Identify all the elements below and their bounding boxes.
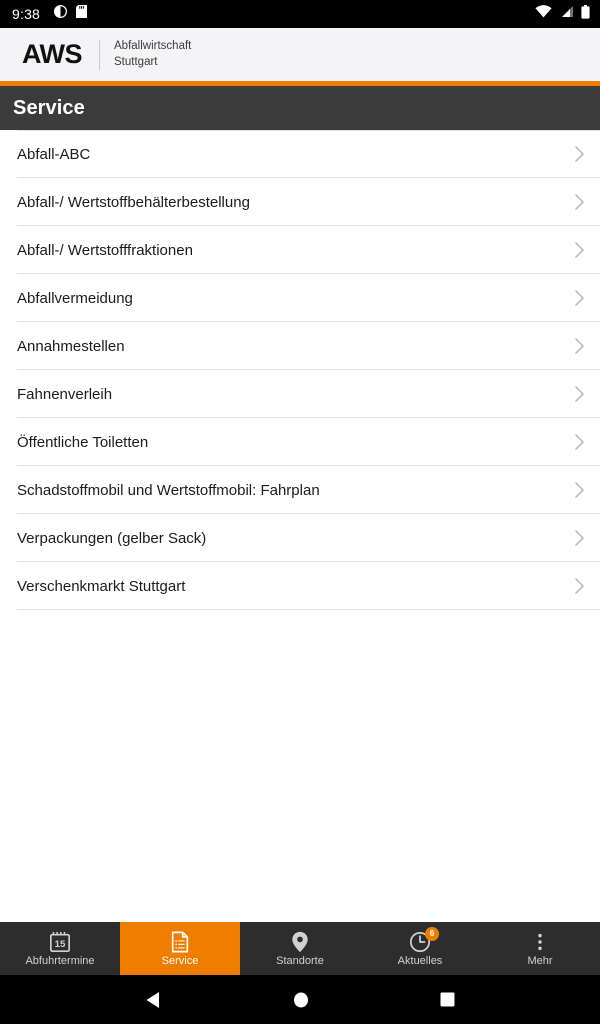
chevron-right-icon	[574, 384, 586, 404]
status-bar-time: 9:38	[12, 6, 41, 22]
brand-header: AWS Abfallwirtschaft Stuttgart	[0, 28, 600, 81]
list-item[interactable]: Schadstoffmobil und Wertstoffmobil: Fahr…	[0, 466, 600, 514]
chevron-right-icon	[574, 240, 586, 260]
list-item-label: Annahmestellen	[17, 337, 125, 355]
aws-logo: AWS	[22, 39, 83, 69]
list-item[interactable]: Öffentliche Toiletten	[0, 418, 600, 466]
list-item-label: Abfall-/ Wertstoffbehälterbestellung	[17, 193, 250, 211]
list-item-label: Öffentliche Toiletten	[17, 433, 149, 451]
calendar-icon: 15	[49, 931, 71, 953]
service-list[interactable]: Abfall-ABC Abfall-/ Wertstoffbehälterbest…	[0, 130, 600, 922]
cellular-signal-icon	[559, 5, 574, 23]
list-item-label: Abfallvermeidung	[17, 289, 133, 307]
sd-card-icon	[76, 5, 88, 23]
recents-square-icon[interactable]	[440, 992, 455, 1007]
wifi-icon	[535, 5, 552, 23]
back-triangle-icon[interactable]	[145, 991, 162, 1009]
home-circle-icon[interactable]	[293, 992, 309, 1008]
status-bar-notification-icons	[54, 5, 88, 23]
more-vertical-icon	[536, 931, 544, 953]
list-item[interactable]: Abfall-/ Wertstofffraktionen	[0, 226, 600, 274]
app-root: 9:38 AWS Abfallwirtschaft Stuttgart Serv…	[0, 0, 600, 1024]
list-item-label: Abfall-ABC	[17, 145, 91, 163]
tab-standorte[interactable]: Standorte	[240, 922, 360, 975]
list-item[interactable]: Abfall-/ Wertstoffbehälterbestellung	[0, 178, 600, 226]
brand-subtitle-line2: Stuttgart	[114, 55, 158, 68]
list-item[interactable]: Fahnenverleih	[0, 370, 600, 418]
chevron-right-icon	[574, 336, 586, 356]
list-item[interactable]: Annahmestellen	[0, 322, 600, 370]
chevron-right-icon	[574, 480, 586, 500]
tab-label: Standorte	[276, 954, 324, 967]
tab-label: Service	[161, 954, 199, 967]
list-item[interactable]: Verschenkmarkt Stuttgart	[0, 562, 600, 610]
list-item[interactable]: Abfallvermeidung	[0, 274, 600, 322]
brand-subtitle-line1: Abfallwirtschaft	[114, 39, 192, 52]
tab-label: Mehr	[527, 954, 553, 967]
page-title-bar: Service	[0, 86, 600, 130]
brand-divider	[99, 39, 101, 70]
chevron-right-icon	[574, 432, 586, 452]
list-item-label: Verschenkmarkt Stuttgart	[17, 577, 186, 595]
status-bar-system-icons	[535, 4, 590, 24]
brand-subtitle: Abfallwirtschaft Stuttgart	[114, 39, 191, 71]
android-navigation-bar[interactable]	[0, 975, 600, 1024]
list-item[interactable]: Abfall-ABC	[0, 130, 600, 178]
tab-service[interactable]: Service	[120, 922, 240, 975]
svg-text:15: 15	[55, 938, 66, 949]
clock-icon: 6	[409, 926, 439, 953]
chevron-right-icon	[574, 576, 586, 596]
tab-aktuelles[interactable]: 6 Aktuelles	[360, 922, 480, 975]
tab-mehr[interactable]: Mehr	[480, 922, 600, 975]
tab-badge: 6	[425, 926, 439, 941]
chevron-right-icon	[574, 192, 586, 212]
chevron-right-icon	[574, 144, 586, 164]
list-item-label: Abfall-/ Wertstofffraktionen	[17, 241, 193, 259]
list-item-label: Verpackungen (gelber Sack)	[17, 529, 207, 547]
notification-circle-icon	[54, 5, 68, 23]
page-title: Service	[13, 96, 85, 119]
tab-label: Aktuelles	[397, 954, 443, 967]
tab-label: Abfuhrtermine	[25, 954, 95, 967]
list-item[interactable]: Verpackungen (gelber Sack)	[0, 514, 600, 562]
chevron-right-icon	[574, 288, 586, 308]
bottom-tab-bar[interactable]: 15 Abfuhrtermine Service Standorte 6 Aktuelle…	[0, 922, 600, 975]
list-item-label: Fahnenverleih	[17, 385, 113, 403]
list-item-label: Schadstoffmobil und Wertstoffmobil: Fahr…	[17, 481, 320, 499]
chevron-right-icon	[574, 528, 586, 548]
document-list-icon	[169, 931, 191, 953]
battery-icon	[581, 4, 590, 24]
status-bar: 9:38	[0, 0, 600, 28]
tab-abfuhrtermine[interactable]: 15 Abfuhrtermine	[0, 922, 120, 975]
map-pin-icon	[290, 931, 310, 953]
